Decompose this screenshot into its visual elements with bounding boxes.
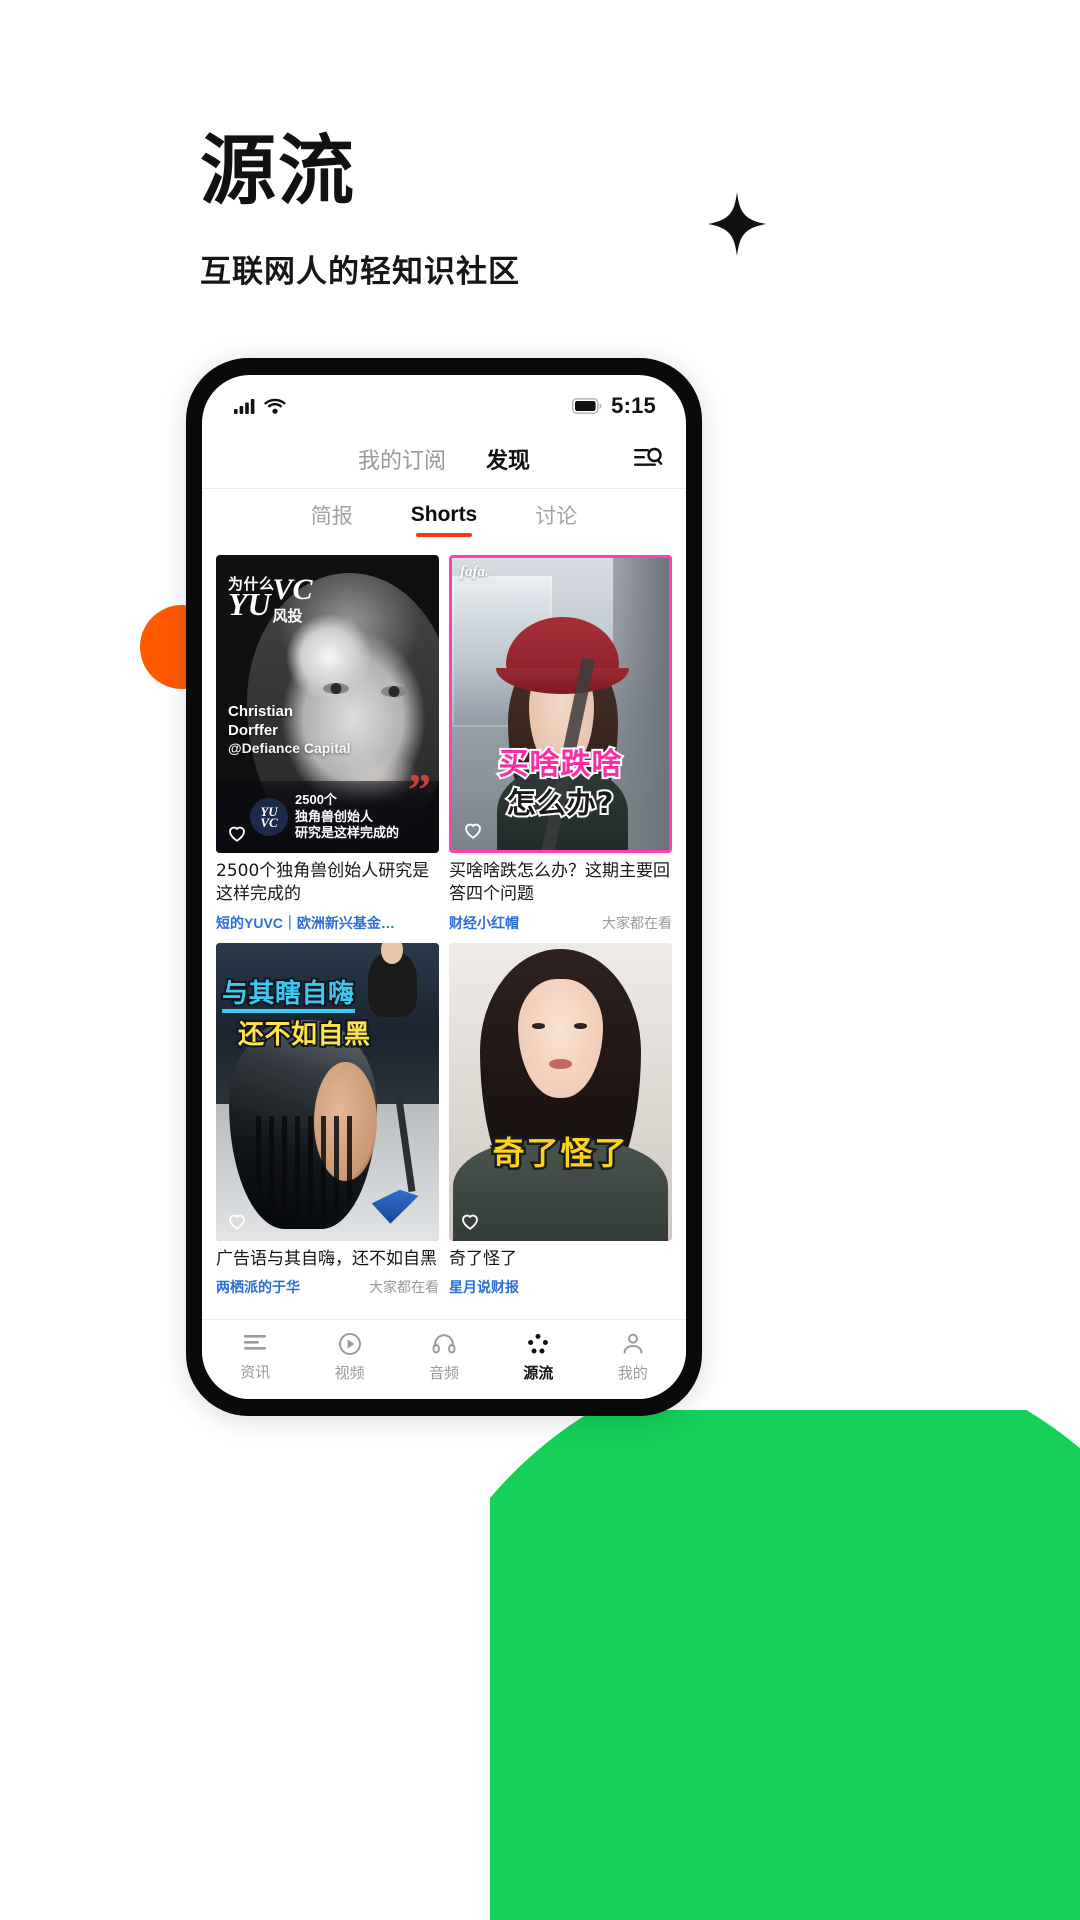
- thumbnail-headline-line-1: 与其瞎自嗨: [220, 973, 356, 1013]
- nav-label: 源流: [523, 1365, 554, 1382]
- search-list-icon[interactable]: [632, 444, 666, 474]
- status-bar: 5:15: [202, 375, 686, 429]
- video-play-icon: [338, 1333, 361, 1355]
- quote-line-2: 独角兽创始人: [295, 808, 374, 824]
- heart-outline-icon[interactable]: [459, 1210, 481, 1232]
- battery-full-icon: [572, 398, 602, 414]
- subtab-briefing[interactable]: 简报: [311, 500, 353, 540]
- person-icon: [623, 1333, 643, 1354]
- channel-badge: YU VC: [250, 798, 288, 836]
- paint-drip-detail: [256, 1115, 359, 1218]
- tab-discover[interactable]: 发现: [486, 443, 530, 475]
- quote-banner: ” YU VC 2500个 独角兽创始人 研究是这样完成的: [216, 767, 439, 853]
- logo-vc-text: VC: [272, 573, 313, 606]
- nav-item-profile[interactable]: 我的: [586, 1332, 680, 1383]
- video-title[interactable]: 广告语与其自嗨，还不如自黑: [216, 1248, 439, 1271]
- eye-left-detail: [531, 1023, 545, 1029]
- nav-label: 音频: [428, 1365, 459, 1382]
- status-bar-time: 5:15: [611, 393, 656, 418]
- wifi-icon: [264, 398, 286, 414]
- nav-item-news[interactable]: 资讯: [208, 1333, 302, 1382]
- guest-first-name: Christian: [228, 703, 294, 720]
- bottom-nav-bar: 资讯 视频 音频 源流 我的: [202, 1319, 686, 1399]
- thumbnail-headline-line-1: 买啥跌啥: [497, 745, 624, 784]
- video-thumbnail[interactable]: 奇了怪了: [449, 942, 672, 1241]
- video-title[interactable]: 奇了怪了: [449, 1248, 672, 1271]
- logo-yu-text: YU: [228, 586, 271, 622]
- nav-item-source[interactable]: 源流: [491, 1332, 585, 1383]
- quote-text: 2500个 独角兽创始人 研究是这样完成的: [295, 792, 399, 841]
- thumbnail-headline-line-1: 奇了怪了: [490, 1131, 629, 1174]
- sub-tab-bar: 简报 Shorts 讨论: [202, 489, 686, 551]
- nav-label: 资讯: [240, 1364, 271, 1381]
- shorts-feed-grid: 为什么 YU VC 风投 Christian Dorffer @Defiance…: [202, 551, 686, 1319]
- video-thumbnail[interactable]: 为什么 YU VC 风投 Christian Dorffer @Defiance…: [216, 555, 439, 853]
- video-thumbnail[interactable]: 与其瞎自嗨 还不如自黑: [216, 942, 439, 1241]
- video-meta-row: 两栖派的于华 大家都在看: [216, 1277, 439, 1297]
- headphones-icon: [432, 1334, 456, 1354]
- quote-line-1: 2500个: [295, 792, 337, 808]
- nav-item-audio[interactable]: 音频: [397, 1332, 491, 1383]
- video-card[interactable]: 奇了怪了 奇了怪了 星月说财报: [449, 942, 672, 1297]
- promo-screenshot-root: 源流 互联网人的轻知识社区 5:15 我的订阅 发现 简报 Shorts 讨论 …: [0, 0, 1080, 1920]
- guest-handle: @Defiance Capital: [228, 740, 351, 757]
- nav-label: 视频: [334, 1365, 365, 1382]
- subtab-shorts[interactable]: Shorts: [411, 503, 478, 537]
- page-subtitle: 互联网人的轻知识社区: [200, 254, 520, 291]
- dots-cluster-icon: [528, 1333, 549, 1354]
- small-person-detail: [367, 942, 417, 1018]
- phone-mockup: 5:15 我的订阅 发现 简报 Shorts 讨论 为什么 YU VC 风投 C…: [186, 358, 702, 1416]
- nav-item-video[interactable]: 视频: [302, 1332, 396, 1383]
- eye-right-detail: [573, 1023, 588, 1029]
- video-source[interactable]: 星月说财报: [449, 1277, 519, 1297]
- guest-name-overlay: Christian Dorffer @Defiance Capital: [228, 703, 351, 758]
- channel-logo-overlay: 为什么 YU VC 风投: [228, 573, 313, 626]
- video-card[interactable]: fafa. 买啥跌啥 怎么办? 买啥啥跌怎么办？这期主要回答四个问题 财经小红帽…: [449, 555, 672, 933]
- sparkle-icon: [708, 192, 766, 256]
- tab-my-subscriptions[interactable]: 我的订阅: [358, 443, 446, 475]
- thumbnail-headline-line-2: 怎么办?: [505, 784, 616, 822]
- paint-roller-icon: [354, 1097, 421, 1229]
- video-source[interactable]: 财经小红帽: [449, 913, 519, 933]
- badge-line-2: VC: [260, 815, 278, 830]
- thumbnail-headline-line-2: 还不如自黑: [236, 1018, 372, 1052]
- video-watch-label: 大家都在看: [369, 1279, 439, 1296]
- page-title: 源流: [200, 126, 356, 215]
- heart-outline-icon[interactable]: [226, 1210, 248, 1232]
- video-source[interactable]: 两栖派的于华: [216, 1277, 300, 1297]
- cellular-signal-icon: [234, 399, 255, 414]
- heart-outline-icon[interactable]: [226, 822, 248, 844]
- video-meta-row: 短的YUVC｜欧洲新兴基金…: [216, 913, 439, 933]
- top-tab-bar: 我的订阅 发现: [202, 429, 686, 489]
- quote-line-3: 研究是这样完成的: [295, 825, 400, 841]
- channel-watermark: fafa.: [460, 564, 489, 580]
- heart-outline-icon[interactable]: [462, 819, 484, 841]
- video-meta-row: 财经小红帽 大家都在看: [449, 913, 672, 933]
- video-card[interactable]: 为什么 YU VC 风投 Christian Dorffer @Defiance…: [216, 555, 439, 933]
- subtab-discussion[interactable]: 讨论: [535, 500, 577, 540]
- logo-suffix-text: 风投: [272, 608, 303, 625]
- guest-last-name: Dorffer: [228, 721, 279, 739]
- video-watch-label: 大家都在看: [602, 914, 672, 931]
- lips-detail: [549, 1059, 572, 1069]
- green-corner-decoration: [490, 1410, 1080, 1920]
- news-lines-icon: [244, 1335, 267, 1350]
- hero-text-block: 源流 互联网人的轻知识社区: [200, 126, 520, 291]
- video-title[interactable]: 买啥啥跌怎么办？这期主要回答四个问题: [449, 860, 672, 907]
- nav-label: 我的: [617, 1365, 648, 1382]
- video-source[interactable]: 短的YUVC｜欧洲新兴基金…: [216, 913, 395, 933]
- video-title[interactable]: 2500个独角兽创始人研究是这样完成的: [216, 860, 439, 907]
- quote-mark-icon: ”: [408, 764, 431, 815]
- video-card[interactable]: 与其瞎自嗨 还不如自黑 广告语与其自嗨，还不如自黑 两栖派的于华 大家都在看: [216, 942, 439, 1297]
- phone-screen: 5:15 我的订阅 发现 简报 Shorts 讨论 为什么 YU VC 风投 C…: [202, 375, 686, 1399]
- video-thumbnail[interactable]: fafa. 买啥跌啥 怎么办?: [449, 555, 672, 853]
- video-meta-row: 星月说财报: [449, 1277, 672, 1297]
